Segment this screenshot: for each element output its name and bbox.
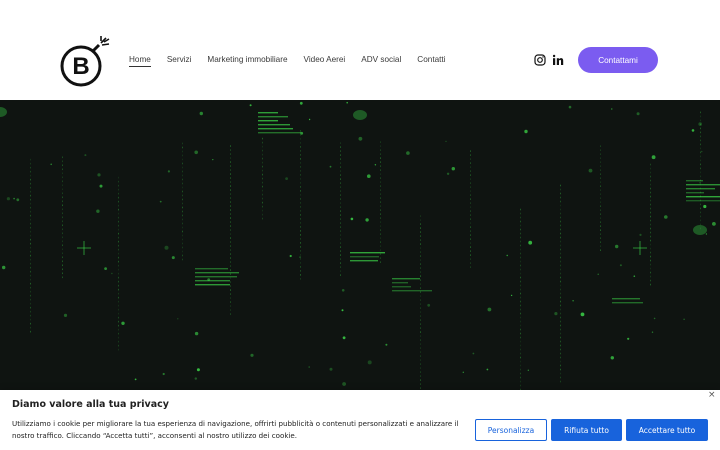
logo[interactable]: B [60, 34, 116, 88]
svg-text:B: B [72, 53, 89, 80]
digital-matrix-background [0, 101, 720, 390]
nav-servizi[interactable]: Servizi [167, 52, 192, 68]
reject-all-button[interactable]: Rifiuta tutto [551, 419, 622, 441]
accept-all-button[interactable]: Accettare tutto [626, 419, 708, 441]
nav-home[interactable]: Home [129, 53, 151, 67]
site-header: B Home Servizi Marketing immobiliare Vid… [0, 0, 720, 100]
nav-video-aerei[interactable]: Video Aerei [304, 52, 346, 68]
customize-button[interactable]: Personalizza [475, 419, 547, 441]
linkedin-icon[interactable] [551, 53, 564, 66]
bomb-logo-icon: B [60, 36, 110, 87]
close-icon[interactable]: × [708, 390, 716, 400]
cookie-text: Utilizziamo i cookie per migliorare la t… [12, 419, 459, 440]
cookie-banner: Diamo valore alla tua privacy Utilizziam… [0, 390, 720, 450]
main-nav: Home Servizi Marketing immobiliare Video… [129, 52, 462, 68]
cookie-title: Diamo valore alla tua privacy [12, 399, 169, 410]
nav-adv-social[interactable]: ADV social [361, 52, 401, 68]
hero-video [0, 100, 720, 390]
nav-marketing-immobiliare[interactable]: Marketing immobiliare [207, 52, 287, 68]
nav-contatti[interactable]: Contatti [417, 52, 445, 68]
instagram-icon[interactable] [533, 53, 546, 66]
contattami-button[interactable]: Contattami [578, 47, 658, 73]
